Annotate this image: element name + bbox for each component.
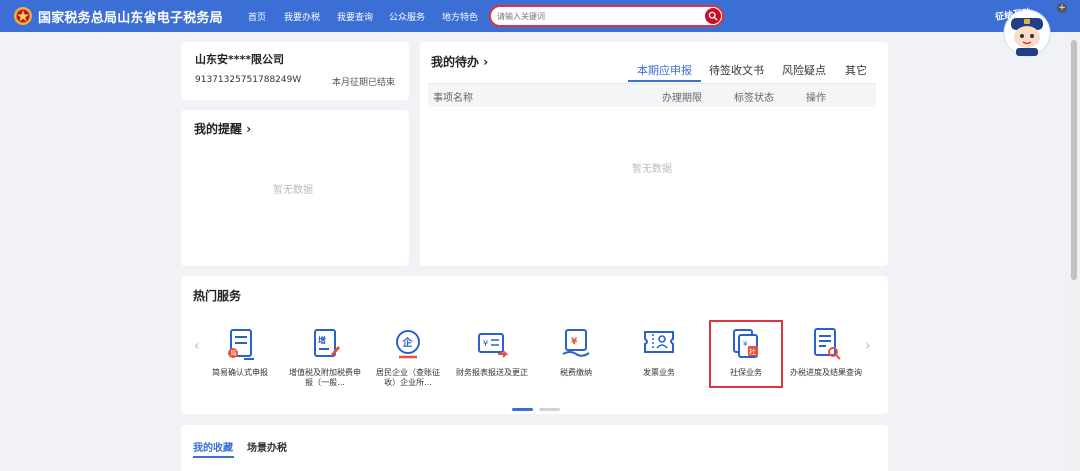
tax-emblem-icon [14, 7, 32, 25]
service-label: 增值税及附加税费申报（一般... [289, 368, 361, 387]
nav-public-service[interactable]: 公众服务 [389, 10, 425, 23]
svg-text:增: 增 [318, 335, 326, 345]
reminders-title-text: 我的提醒 [194, 122, 243, 136]
todo-title-text: 我的待办 [431, 55, 480, 69]
chevron-right-icon: › [483, 55, 489, 69]
progress-search-icon [814, 328, 841, 360]
service-progress-query[interactable]: 办税进度及结果查询 [790, 326, 862, 386]
tab-risk-issues[interactable]: 风险疑点 [782, 62, 826, 78]
todo-card: 我的待办 › 本期应申报 待签收文书 风险疑点 其它 事项名称 办理期限 标签状… [420, 42, 888, 266]
hot-services-title: 热门服务 [193, 289, 242, 303]
tax-id: 91371325751788249W [195, 75, 302, 85]
service-label: 办税进度及结果查询 [790, 368, 862, 377]
vat-document-icon: 增 [314, 329, 340, 357]
col-actions: 操作 [806, 93, 826, 104]
service-label: 发票业务 [643, 368, 675, 377]
todo-title[interactable]: 我的待办 › [431, 53, 488, 70]
nav-do-tax[interactable]: 我要办税 [284, 10, 320, 23]
reminders-title[interactable]: 我的提醒 › [194, 120, 251, 137]
service-label: 税费缴纳 [560, 368, 592, 377]
service-enterprise-income-tax[interactable]: 企 居民企业（查账征收）企业所... [372, 326, 444, 387]
nav-home[interactable]: 首页 [248, 10, 266, 23]
service-financial-statements[interactable]: ¥ 财务报表报送及更正 [456, 326, 528, 386]
plus-icon[interactable]: + [1057, 3, 1067, 13]
service-simple-confirm-filing[interactable]: 简 简易确认式申报 [204, 326, 276, 386]
carousel-dot[interactable] [539, 408, 560, 411]
period-status: 本月征期已结束 [331, 78, 395, 88]
site-title[interactable]: 国家税务总局山东省电子税务局 [38, 7, 223, 26]
search-box [489, 5, 724, 27]
tab-current-filing[interactable]: 本期应申报 [637, 62, 692, 78]
tab-my-favorites[interactable]: 我的收藏 [193, 439, 233, 454]
highlight-box [709, 320, 783, 388]
nav-query[interactable]: 我要查询 [337, 10, 373, 23]
search-input[interactable] [497, 10, 697, 23]
carousel-dot-active[interactable] [512, 408, 533, 411]
tab-documents-to-sign[interactable]: 待签收文书 [709, 62, 764, 78]
tax-payment-icon: ¥ [562, 329, 590, 357]
service-label: 简易确认式申报 [212, 368, 268, 377]
service-label: 财务报表报送及更正 [456, 368, 528, 377]
nav-local-feature[interactable]: 地方特色 [442, 10, 478, 23]
invoice-ticket-icon [644, 331, 674, 353]
svg-text:¥: ¥ [483, 339, 488, 348]
tab-scenario-tax[interactable]: 场景办税 [247, 439, 287, 454]
service-vat-filing[interactable]: 增 增值税及附加税费申报（一般... [289, 326, 361, 387]
col-item-name: 事项名称 [433, 93, 473, 104]
chevron-right-icon: › [246, 122, 252, 136]
reminders-card: 我的提醒 › 暂无数据 [181, 110, 409, 266]
carousel-next-arrow[interactable]: › [865, 338, 871, 354]
todo-empty: 暂无数据 [632, 164, 672, 175]
svg-text:企: 企 [402, 336, 414, 349]
col-deadline: 办理期限 [662, 93, 702, 104]
enterprise-tax-icon: 企 [396, 330, 420, 359]
search-button[interactable] [705, 8, 721, 24]
svg-text:¥: ¥ [571, 337, 578, 347]
scrollbar-thumb[interactable] [1071, 40, 1077, 280]
top-header: 国家税务总局山东省电子税务局 首页 我要办税 我要查询 公众服务 地方特色 [0, 0, 1080, 32]
filing-document-icon: 简 [228, 329, 254, 360]
service-tax-payment[interactable]: ¥ 税费缴纳 [540, 326, 612, 386]
svg-text:简: 简 [231, 350, 237, 358]
company-card: 山东安****限公司 91371325751788249W 本月征期已结束 [181, 42, 409, 100]
active-tab-indicator [628, 80, 701, 82]
financial-report-icon: ¥ [478, 333, 509, 358]
col-tag-status: 标签状态 [734, 93, 774, 104]
carousel-prev-arrow[interactable]: ‹ [194, 338, 200, 354]
company-name: 山东安****限公司 [195, 53, 285, 66]
tab-other[interactable]: 其它 [845, 62, 867, 78]
favorites-tab-underline [193, 456, 234, 458]
todo-table-header: 事项名称 办理期限 标签状态 操作 [428, 83, 876, 107]
mascot-assistant-icon[interactable]: 征纳互动 [989, 4, 1067, 58]
reminders-empty: 暂无数据 [273, 185, 313, 196]
favorites-card [181, 425, 888, 471]
service-label: 居民企业（查账征收）企业所... [376, 368, 440, 387]
service-invoice[interactable]: 发票业务 [623, 326, 695, 386]
search-icon [708, 11, 718, 21]
